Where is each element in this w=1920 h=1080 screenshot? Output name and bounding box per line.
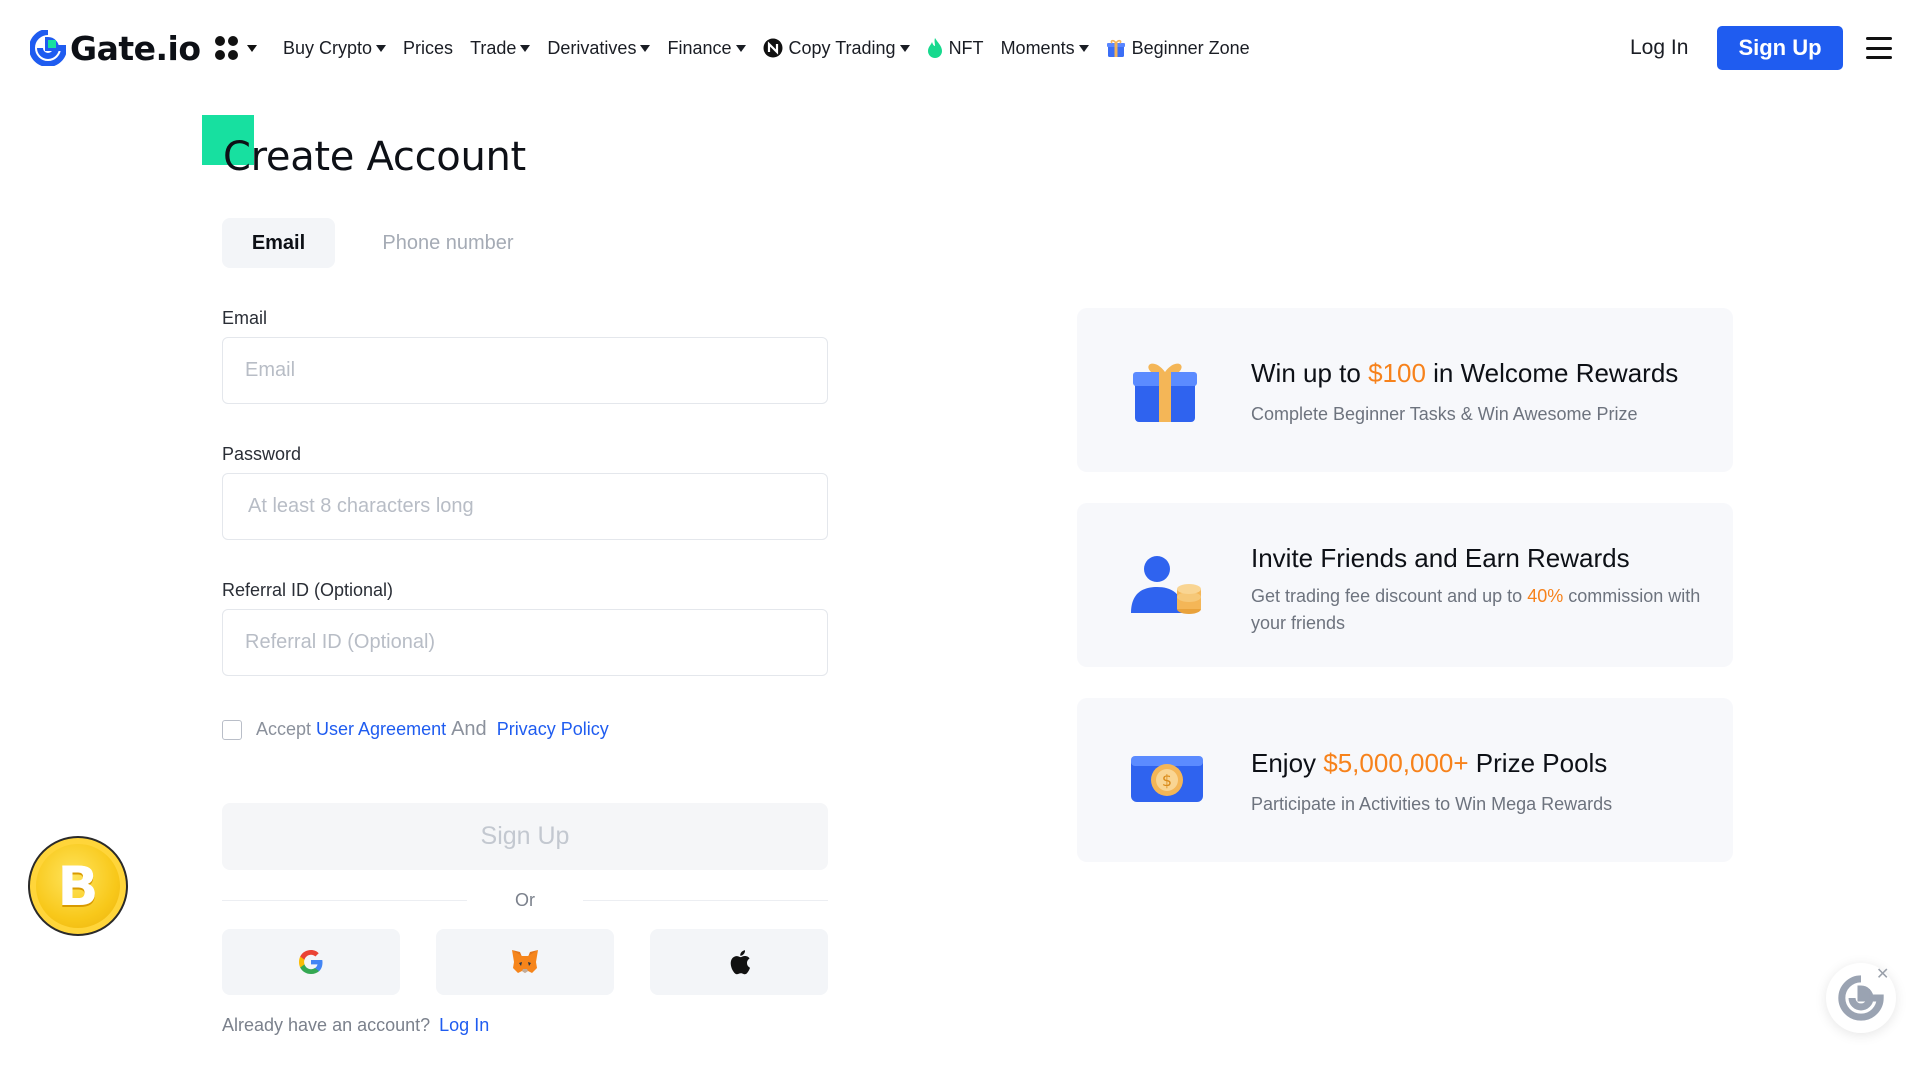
page-title: Create Account <box>223 134 526 180</box>
tab-phone-number[interactable]: Phone number <box>335 218 561 268</box>
card-title-highlight: $100 <box>1368 358 1426 388</box>
nav-buy-crypto[interactable]: Buy Crypto <box>283 37 387 59</box>
copy-trading-icon <box>763 38 783 58</box>
card-title-text: in Welcome Rewards <box>1425 358 1679 388</box>
or-text: Or <box>515 889 535 910</box>
main-menu: Buy Crypto Prices Trade Derivatives Fina… <box>283 36 1267 60</box>
nav-copy-trading[interactable]: Copy Trading <box>763 38 910 59</box>
apps-menu[interactable] <box>215 36 257 60</box>
email-field-wrapper <box>222 337 828 404</box>
card-title: Enjoy $5,000,000+ Prize Pools <box>1251 748 1607 779</box>
card-description: Get trading fee discount and up to 40% c… <box>1251 583 1701 637</box>
google-signup-button[interactable] <box>222 929 400 995</box>
nav-label: Prices <box>403 37 454 58</box>
chevron-down-icon <box>376 44 387 52</box>
referral-field-wrapper <box>222 609 828 676</box>
gift-box-icon <box>1133 363 1197 422</box>
password-label: Password <box>222 444 302 464</box>
nav-label: Copy Trading <box>788 37 896 58</box>
signup-method-tabs: Email Phone number <box>222 218 561 268</box>
accept-text: Accept <box>256 719 312 739</box>
prize-wallet-icon: $ <box>1131 756 1203 802</box>
terms-agreement: Accept User Agreement And Privacy Policy <box>222 718 614 741</box>
bitcoin-icon: B <box>57 854 99 918</box>
nav-prices[interactable]: Prices <box>403 38 453 59</box>
nav-nft[interactable]: NFT <box>927 37 984 59</box>
password-field-wrapper <box>222 473 828 540</box>
card-title-highlight: $5,000,000+ <box>1323 748 1469 778</box>
nav-label: Trade <box>470 37 517 58</box>
or-divider: Or <box>222 888 828 912</box>
privacy-policy-link[interactable]: Privacy Policy <box>497 719 609 740</box>
nav-moments[interactable]: Moments <box>1001 38 1089 59</box>
hamburger-menu-icon[interactable] <box>1866 37 1892 59</box>
chevron-down-icon <box>520 44 531 52</box>
nav-label: Beginner Zone <box>1131 37 1250 58</box>
metamask-icon <box>512 950 538 973</box>
signup-button[interactable]: Sign Up <box>1717 26 1843 70</box>
chevron-down-icon <box>735 44 746 52</box>
apps-grid-icon <box>215 36 239 60</box>
nft-flame-icon <box>927 37 943 59</box>
brand-name: Gate.io <box>70 28 201 68</box>
svg-text:$: $ <box>1162 771 1172 790</box>
top-navigation: Gate.io Buy Crypto Prices Trade Derivati… <box>0 0 1920 98</box>
welcome-rewards-card[interactable]: Win up to $100 in Welcome Rewards Comple… <box>1077 308 1733 472</box>
card-desc-text: Get trading fee discount and up to <box>1251 586 1528 606</box>
card-title: Invite Friends and Earn Rewards <box>1251 543 1630 573</box>
email-field[interactable] <box>223 338 827 403</box>
prize-pools-card[interactable]: $ Enjoy $5,000,000+ Prize Pools Particip… <box>1077 698 1733 862</box>
card-description: Participate in Activities to Win Mega Re… <box>1251 794 1613 814</box>
card-title-text: Enjoy <box>1251 748 1324 778</box>
metamask-signup-button[interactable] <box>436 929 614 995</box>
invite-friends-icon <box>1131 556 1201 614</box>
and-text: And <box>451 718 487 740</box>
nav-derivatives[interactable]: Derivatives <box>547 37 651 59</box>
password-field[interactable] <box>223 474 827 539</box>
card-description: Complete Beginner Tasks & Win Awesome Pr… <box>1251 404 1638 424</box>
nav-label: Moments <box>1000 37 1075 58</box>
referral-label: Referral ID (Optional) <box>222 580 394 600</box>
bitcoin-promo-badge[interactable]: B <box>28 836 128 936</box>
gateio-logo[interactable]: Gate.io <box>30 28 201 68</box>
chevron-down-icon <box>1078 44 1089 52</box>
divider-line <box>583 899 828 901</box>
nav-finance[interactable]: Finance <box>667 37 746 59</box>
card-title-text: Prize Pools <box>1468 748 1608 778</box>
card-desc-highlight: 40% <box>1527 586 1564 606</box>
card-title-text: Win up to <box>1251 358 1369 388</box>
email-label: Email <box>222 308 268 328</box>
gift-icon <box>1106 38 1126 58</box>
user-agreement-link[interactable]: User Agreement <box>316 719 446 740</box>
nav-trade[interactable]: Trade <box>470 37 531 59</box>
chevron-down-icon <box>247 44 257 52</box>
nav-label: Buy Crypto <box>283 37 373 58</box>
nav-label: Derivatives <box>547 37 637 58</box>
card-title: Win up to $100 in Welcome Rewards <box>1251 358 1678 389</box>
gateio-logo-icon <box>30 30 66 66</box>
tab-email[interactable]: Email <box>222 218 335 268</box>
invite-friends-card[interactable]: Invite Friends and Earn Rewards Get trad… <box>1077 503 1733 667</box>
close-icon[interactable]: ✕ <box>1876 964 1889 984</box>
divider-line <box>222 899 467 901</box>
bottom-login-link[interactable]: Log In <box>439 1015 489 1036</box>
already-text: Already have an account? <box>222 1015 431 1035</box>
signup-submit-button[interactable]: Sign Up <box>222 803 828 870</box>
nav-label: Finance <box>667 37 732 58</box>
referral-id-field[interactable] <box>223 610 827 675</box>
accept-terms-checkbox[interactable] <box>222 719 242 740</box>
nav-label: NFT <box>948 37 984 58</box>
google-icon <box>299 950 323 974</box>
apple-signup-button[interactable] <box>650 929 828 995</box>
already-have-account: Already have an account? Log In <box>222 1015 489 1036</box>
chevron-down-icon <box>899 44 910 52</box>
apple-icon <box>730 950 750 975</box>
login-link[interactable]: Log In <box>1630 36 1688 60</box>
nav-beginner-zone[interactable]: Beginner Zone <box>1106 38 1250 59</box>
chevron-down-icon <box>640 44 651 52</box>
